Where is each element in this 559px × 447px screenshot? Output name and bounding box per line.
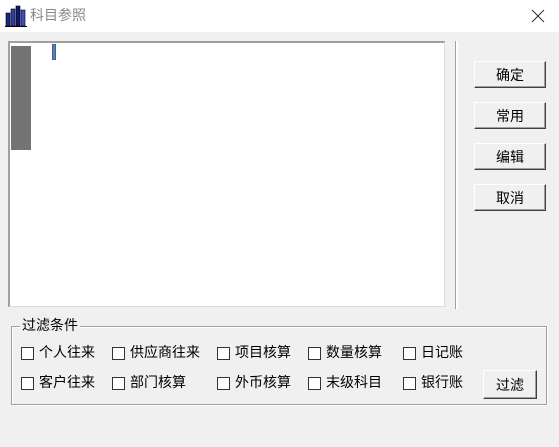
checkbox-supplier-accounts[interactable]: 供应商往来 (112, 343, 200, 363)
tree-selection-block (11, 46, 31, 150)
close-button[interactable] (517, 0, 559, 32)
close-icon (531, 9, 545, 23)
tree-node-marker[interactable] (52, 44, 56, 60)
books-icon (5, 5, 27, 27)
subject-tree[interactable] (8, 41, 445, 307)
subject-reference-dialog: 科目参照 确定 常用 编辑 取消 过滤条件 个人往来 供应商往来 项目核算 数量… (0, 0, 559, 447)
checkbox-project-accounting[interactable]: 项目核算 (217, 343, 291, 363)
title-bar: 科目参照 (0, 0, 559, 32)
checkbox-box[interactable] (217, 376, 230, 390)
checkbox-label: 个人往来 (39, 345, 95, 361)
edit-button[interactable]: 编辑 (474, 143, 546, 170)
checkbox-box[interactable] (112, 346, 125, 360)
checkbox-label: 末级科目 (326, 375, 382, 391)
checkbox-box[interactable] (308, 376, 321, 390)
checkbox-label: 项目核算 (235, 345, 291, 361)
checkbox-journal[interactable]: 日记账 (403, 343, 463, 363)
checkbox-leaf-subjects[interactable]: 末级科目 (308, 373, 382, 393)
window-title: 科目参照 (30, 8, 86, 24)
checkbox-label: 供应商往来 (130, 345, 200, 361)
filter-button[interactable]: 过滤 (483, 370, 537, 399)
filter-groupbox (11, 326, 547, 405)
checkbox-label: 日记账 (421, 345, 463, 361)
checkbox-label: 银行账 (421, 375, 463, 391)
checkbox-box[interactable] (403, 376, 416, 390)
checkbox-label: 部门核算 (130, 375, 186, 391)
ok-button[interactable]: 确定 (474, 61, 546, 88)
filter-group-legend: 过滤条件 (20, 316, 80, 336)
checkbox-label: 数量核算 (326, 345, 382, 361)
checkbox-label: 外币核算 (235, 375, 291, 391)
checkbox-box[interactable] (308, 346, 321, 360)
checkbox-box[interactable] (21, 376, 34, 390)
common-button[interactable]: 常用 (474, 102, 546, 129)
checkbox-bank-journal[interactable]: 银行账 (403, 373, 463, 393)
checkbox-quantity-accounting[interactable]: 数量核算 (308, 343, 382, 363)
checkbox-box[interactable] (112, 376, 125, 390)
checkbox-department-accounting[interactable]: 部门核算 (112, 373, 186, 393)
checkbox-box[interactable] (403, 346, 416, 360)
checkbox-personal-accounts[interactable]: 个人往来 (21, 343, 95, 363)
checkbox-label: 客户往来 (39, 375, 95, 391)
splitter[interactable] (455, 41, 458, 309)
checkbox-box[interactable] (217, 346, 230, 360)
checkbox-box[interactable] (21, 346, 34, 360)
cancel-button[interactable]: 取消 (474, 184, 546, 211)
checkbox-foreign-currency[interactable]: 外币核算 (217, 373, 291, 393)
checkbox-customer-accounts[interactable]: 客户往来 (21, 373, 95, 393)
